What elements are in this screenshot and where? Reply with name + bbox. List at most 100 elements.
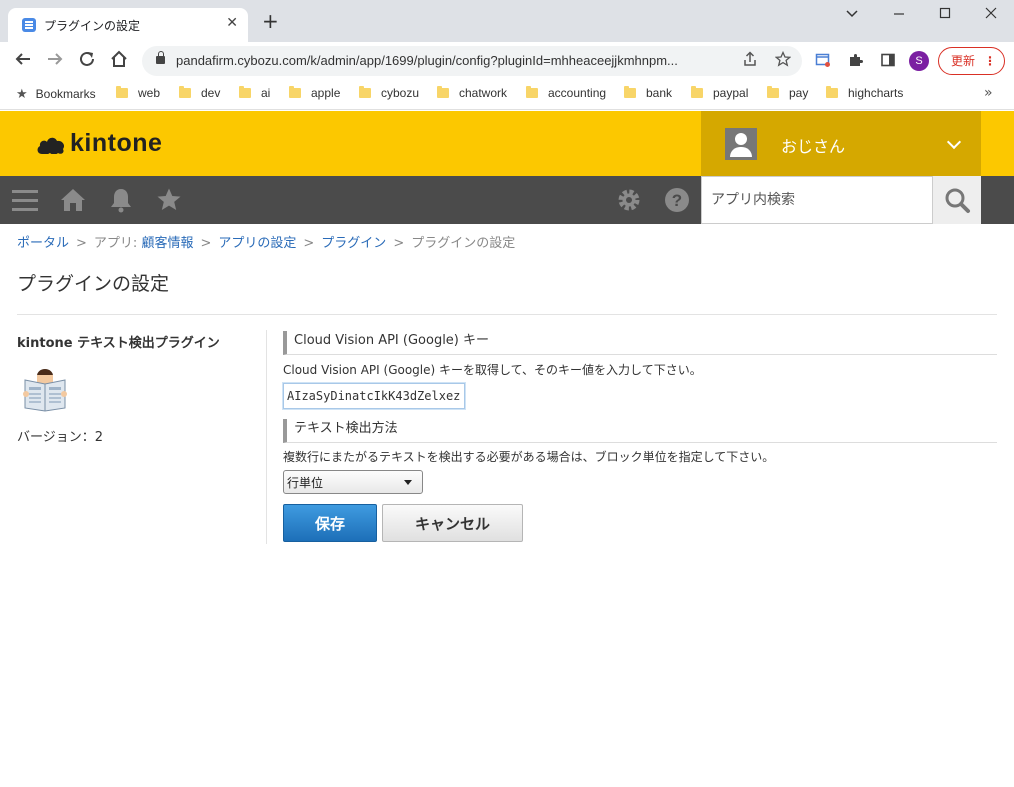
tab-favicon-icon bbox=[22, 18, 36, 32]
folder-icon bbox=[691, 86, 703, 98]
bookmark-label: apple bbox=[311, 86, 341, 100]
breadcrumb-portal-link[interactable]: ポータル bbox=[17, 236, 69, 251]
detection-method-description: 複数行にまたがるテキストを検出する必要がある場合は、ブロック単位を指定して下さい… bbox=[283, 450, 775, 464]
tab-close-icon[interactable]: ✕ bbox=[226, 15, 238, 31]
bookmarks-overflow-icon[interactable]: » bbox=[984, 85, 993, 101]
bookmark-label: accounting bbox=[548, 86, 607, 100]
breadcrumb-separator: > bbox=[76, 236, 87, 251]
bookmark-folder-ai[interactable]: ai bbox=[239, 86, 270, 100]
bookmarks-bar: ★ Bookmarks web dev ai apple cybozu chatw… bbox=[0, 80, 1014, 110]
maximize-icon[interactable] bbox=[938, 6, 952, 24]
detection-method-selected-value: 行単位 bbox=[287, 476, 324, 490]
extension-screenshot-icon[interactable] bbox=[815, 52, 831, 72]
plugin-version: バージョン：2 bbox=[17, 430, 104, 445]
bookmark-folder-cybozu[interactable]: cybozu bbox=[359, 86, 419, 100]
folder-icon bbox=[116, 86, 128, 98]
new-tab-button[interactable]: + bbox=[262, 11, 279, 31]
save-button[interactable]: 保存 bbox=[283, 504, 377, 542]
folder-icon bbox=[767, 86, 779, 98]
minimize-icon[interactable] bbox=[892, 6, 906, 24]
plugin-name: kintone テキスト検出プラグイン bbox=[17, 336, 220, 351]
home-icon[interactable] bbox=[60, 187, 86, 217]
breadcrumb-plugins-link[interactable]: プラグイン bbox=[321, 236, 386, 251]
update-button[interactable]: 更新 ⋮ bbox=[938, 47, 1005, 75]
bookmark-label: web bbox=[138, 86, 161, 100]
breadcrumb: ポータル > アプリ: 顧客情報 > アプリの設定 > プラグイン > プラグインの設定 bbox=[17, 232, 515, 251]
column-divider bbox=[266, 330, 267, 544]
title-divider bbox=[17, 314, 997, 315]
profile-avatar[interactable]: S bbox=[909, 51, 929, 71]
folder-icon bbox=[239, 86, 251, 98]
bookmarks-star-icon: ★ bbox=[16, 86, 28, 101]
svg-text:?: ? bbox=[672, 191, 682, 210]
user-avatar-icon bbox=[725, 128, 757, 160]
bookmark-folder-paypal[interactable]: paypal bbox=[691, 86, 748, 100]
bookmark-label: chatwork bbox=[459, 86, 508, 100]
api-key-section-heading: Cloud Vision API (Google) キー bbox=[283, 331, 997, 355]
lock-icon[interactable] bbox=[156, 51, 165, 64]
bookmark-label: highcharts bbox=[848, 86, 904, 100]
breadcrumb-app-link[interactable]: 顧客情報 bbox=[141, 236, 193, 251]
bookmark-label: dev bbox=[201, 86, 221, 100]
folder-icon bbox=[624, 86, 636, 98]
settings-gear-icon[interactable] bbox=[616, 187, 642, 217]
bookmark-folder-dev[interactable]: dev bbox=[179, 86, 220, 100]
bookmark-folder-pay[interactable]: pay bbox=[767, 86, 808, 100]
bookmark-folder-bank[interactable]: bank bbox=[624, 86, 672, 100]
bookmark-folder-apple[interactable]: apple bbox=[289, 86, 340, 100]
home-icon[interactable] bbox=[110, 50, 128, 73]
bookmark-folder-accounting[interactable]: accounting bbox=[526, 86, 606, 100]
cancel-button[interactable]: キャンセル bbox=[382, 504, 523, 542]
chevron-down-icon bbox=[946, 134, 962, 150]
bookmark-folder-web[interactable]: web bbox=[116, 86, 160, 100]
side-panel-icon[interactable] bbox=[880, 52, 896, 72]
share-icon[interactable] bbox=[742, 51, 758, 71]
folder-icon bbox=[179, 86, 191, 98]
notification-bell-icon[interactable] bbox=[108, 187, 134, 217]
app-search-box bbox=[701, 176, 933, 224]
address-bar[interactable]: pandafirm.cybozu.com/k/admin/app/1699/pl… bbox=[142, 46, 802, 76]
menu-hamburger-icon[interactable] bbox=[12, 189, 38, 215]
favorites-star-icon[interactable] bbox=[156, 187, 182, 217]
bookmark-label: bank bbox=[646, 86, 673, 100]
detection-method-select[interactable]: 行単位 bbox=[283, 470, 423, 494]
bookmark-folder-highcharts[interactable]: highcharts bbox=[826, 86, 903, 100]
forward-arrow-icon[interactable] bbox=[46, 50, 64, 73]
breadcrumb-separator: > bbox=[303, 236, 315, 251]
browser-tab[interactable]: プラグインの設定 ✕ bbox=[8, 8, 248, 42]
close-window-icon[interactable] bbox=[984, 6, 998, 24]
api-key-description: Cloud Vision API (Google) キーを取得して、そのキー値を… bbox=[283, 363, 702, 377]
breadcrumb-current: プラグインの設定 bbox=[411, 236, 516, 251]
help-icon[interactable]: ? bbox=[664, 187, 690, 217]
breadcrumb-app-settings-link[interactable]: アプリの設定 bbox=[218, 236, 296, 251]
user-menu[interactable]: おじさん bbox=[701, 111, 981, 176]
url-text[interactable]: pandafirm.cybozu.com/k/admin/app/1699/pl… bbox=[176, 53, 678, 68]
detection-method-section-heading: テキスト検出方法 bbox=[283, 419, 997, 443]
reload-icon[interactable] bbox=[78, 50, 96, 73]
api-key-input[interactable] bbox=[283, 383, 465, 409]
folder-icon bbox=[437, 86, 449, 98]
folder-icon bbox=[289, 86, 301, 98]
breadcrumb-separator: > bbox=[200, 236, 212, 251]
search-button[interactable] bbox=[933, 176, 981, 224]
user-name: おじさん bbox=[781, 137, 846, 156]
folder-icon bbox=[526, 86, 538, 98]
back-arrow-icon[interactable] bbox=[14, 50, 32, 73]
app-search-input[interactable] bbox=[702, 177, 932, 223]
tab-search-chevron-icon[interactable] bbox=[845, 6, 859, 24]
update-label: 更新 bbox=[951, 54, 976, 68]
more-menu-icon[interactable]: ⋮ bbox=[984, 48, 996, 74]
folder-icon bbox=[826, 86, 838, 98]
page-title: プラグインの設定 bbox=[17, 273, 170, 295]
folder-icon bbox=[359, 86, 371, 98]
bookmark-star-icon[interactable] bbox=[774, 50, 792, 71]
bookmark-folder-chatwork[interactable]: chatwork bbox=[437, 86, 507, 100]
search-icon bbox=[945, 188, 970, 213]
bookmark-label: pay bbox=[789, 86, 809, 100]
bookmark-label: ai bbox=[261, 86, 271, 100]
extensions-puzzle-icon[interactable] bbox=[848, 52, 864, 72]
bookmarks-manager[interactable]: ★ Bookmarks bbox=[16, 86, 96, 102]
breadcrumb-separator: > bbox=[393, 236, 405, 251]
plugin-newspaper-reader-icon bbox=[23, 369, 67, 412]
bookmark-label: cybozu bbox=[381, 86, 420, 100]
